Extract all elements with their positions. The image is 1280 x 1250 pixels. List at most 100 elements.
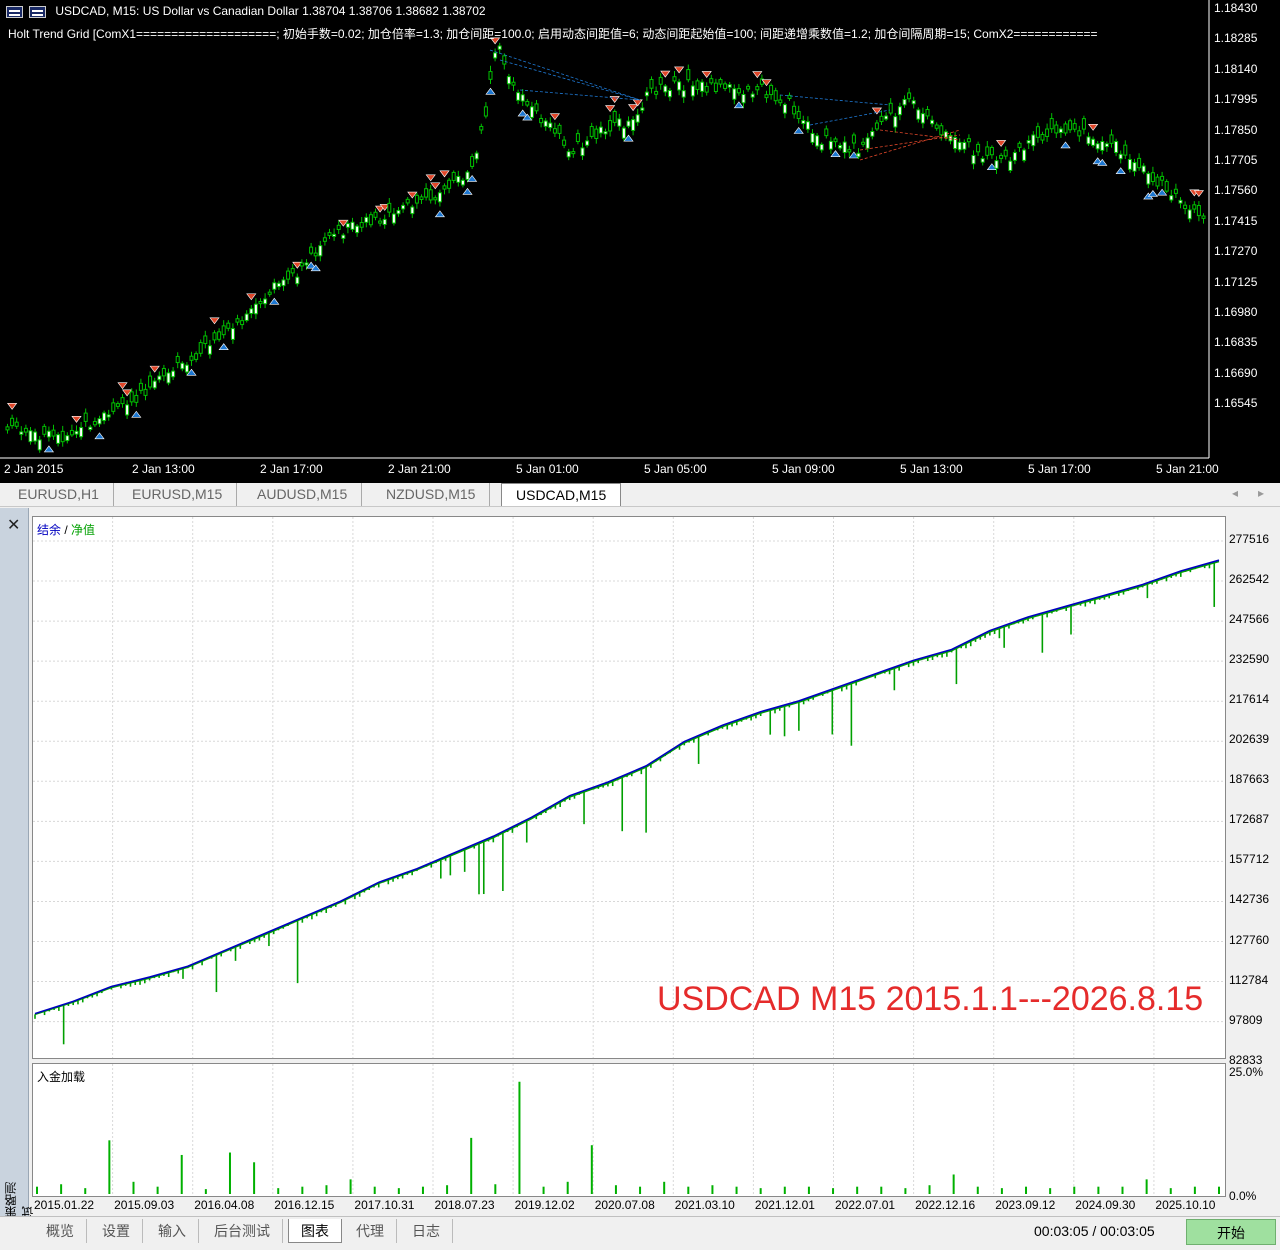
sell-arrow-icon: [71, 416, 82, 423]
balance-axis-label: 142736: [1229, 892, 1270, 907]
sell-arrow-icon: [439, 170, 450, 178]
candle-body: [1068, 120, 1073, 131]
candle-body: [999, 154, 1004, 159]
date-tick-label: 2025.10.10: [1155, 1198, 1216, 1212]
candle-body: [516, 92, 521, 101]
candle-body: [805, 121, 810, 130]
sell-arrow-icon: [430, 182, 441, 190]
time-tick-label: 5 Jan 05:00: [644, 462, 707, 476]
candle-body: [405, 198, 410, 204]
tab-nzdusd-m15[interactable]: NZDUSD,M15: [372, 483, 491, 506]
date-tick-label: 2021.12.01: [754, 1198, 815, 1212]
buy-arrow-icon: [131, 410, 142, 418]
candle-body: [97, 418, 102, 425]
deposit-axis-min: 0.0%: [1229, 1189, 1257, 1203]
candle-body: [1141, 165, 1146, 173]
tab-eurusd-m15[interactable]: EURUSD,M15: [118, 483, 238, 506]
candle-body: [290, 268, 295, 274]
sell-arrow-icon: [246, 293, 257, 301]
balance-graph[interactable]: 结余 / 净值 USDCAD M15 2015.1.1---2026.8.15: [32, 516, 1226, 1063]
candle-body: [939, 125, 944, 136]
close-icon[interactable]: ✕: [7, 515, 20, 535]
candle-body: [644, 91, 649, 97]
candle-body: [1123, 144, 1128, 156]
tab-scroll-right-icon[interactable]: ▸: [1258, 486, 1264, 500]
price-tick-label: 1.18285: [1214, 31, 1258, 46]
candle-body: [263, 298, 268, 305]
tab-settings[interactable]: 设置: [90, 1219, 143, 1243]
candle-body: [203, 335, 208, 345]
candle-body: [847, 149, 852, 153]
candle-body: [166, 372, 171, 384]
candle-body: [189, 355, 194, 361]
candle-body: [437, 192, 442, 203]
candle-body: [194, 353, 199, 360]
candle-body: [566, 151, 571, 158]
candle-body: [382, 218, 387, 226]
expert-advisor-icon[interactable]: [29, 5, 46, 18]
sell-arrow-icon: [701, 71, 712, 78]
candle-body: [833, 138, 838, 143]
sell-arrow-icon: [209, 317, 220, 325]
balance-graph-canvas: [33, 517, 1225, 1063]
time-tick-label: 2 Jan 17:00: [260, 462, 323, 476]
balance-axis-label: 202639: [1229, 732, 1270, 747]
candle-body: [51, 429, 56, 437]
tab-journal[interactable]: 日志: [400, 1219, 453, 1243]
tab-inputs[interactable]: 输入: [146, 1219, 199, 1243]
tab-eurusd-h1[interactable]: EURUSD,H1: [4, 483, 114, 506]
time-tick-label: 5 Jan 21:00: [1156, 462, 1219, 476]
candle-body: [621, 127, 626, 139]
candle-body: [552, 128, 557, 134]
candle-body: [1137, 157, 1142, 169]
candle-body: [989, 146, 994, 156]
candle-body: [851, 134, 856, 144]
elapsed-time: 00:03:05 / 00:03:05: [1034, 1223, 1155, 1239]
candle-body: [111, 402, 116, 412]
balance-axis-label: 277516: [1229, 532, 1270, 546]
candle-body: [994, 160, 999, 169]
start-button[interactable]: 开始: [1186, 1219, 1276, 1245]
tab-usdcad-m15[interactable]: USDCAD,M15: [501, 483, 622, 506]
price-tick-label: 1.18140: [1214, 61, 1258, 76]
tab-overview[interactable]: 概览: [34, 1219, 87, 1243]
balance-axis-label: 187663: [1229, 772, 1270, 787]
candle-body: [723, 83, 728, 89]
candle-body: [649, 78, 654, 89]
deposit-load-graph[interactable]: 入金加载: [32, 1063, 1226, 1197]
time-tick-label: 2 Jan 21:00: [388, 462, 451, 476]
buy-arrow-icon: [1147, 190, 1158, 197]
candle-body: [1132, 162, 1137, 172]
candle-body: [410, 206, 415, 215]
tab-audusd-m15[interactable]: AUDUSD,M15: [243, 483, 363, 506]
sell-arrow-icon: [425, 174, 436, 182]
tab-scroll-left-icon[interactable]: ◂: [1232, 486, 1238, 500]
buy-arrow-icon: [94, 432, 105, 440]
candle-body: [594, 128, 599, 140]
candle-body: [428, 189, 433, 201]
candle-body: [1063, 123, 1068, 134]
candle-body: [79, 427, 84, 438]
sell-arrow-icon: [674, 66, 685, 74]
tab-agents[interactable]: 代理: [344, 1219, 397, 1243]
candle-body: [681, 90, 686, 98]
candle-body: [253, 303, 258, 315]
candle-body: [350, 221, 355, 230]
price-chart-canvas[interactable]: [0, 0, 1280, 483]
candle-body: [161, 367, 166, 377]
chart-window-icon[interactable]: [6, 5, 23, 18]
candle-body: [28, 430, 33, 443]
balance-line: [34, 559, 1220, 1015]
candle-body: [796, 111, 801, 120]
candle-body: [1178, 199, 1183, 204]
price-chart[interactable]: USDCAD, M15: US Dollar vs Canadian Dolla…: [0, 0, 1280, 483]
date-tick-label: 2017.10.31: [354, 1198, 415, 1212]
candle-body: [125, 404, 130, 416]
buy-arrow-icon: [485, 87, 496, 95]
candle-body: [1104, 143, 1109, 148]
candle-body: [240, 320, 245, 326]
candle-body: [782, 104, 787, 114]
tab-backtest[interactable]: 后台测试: [202, 1219, 283, 1243]
tab-graph[interactable]: 图表: [288, 1219, 342, 1243]
candle-body: [976, 143, 981, 153]
